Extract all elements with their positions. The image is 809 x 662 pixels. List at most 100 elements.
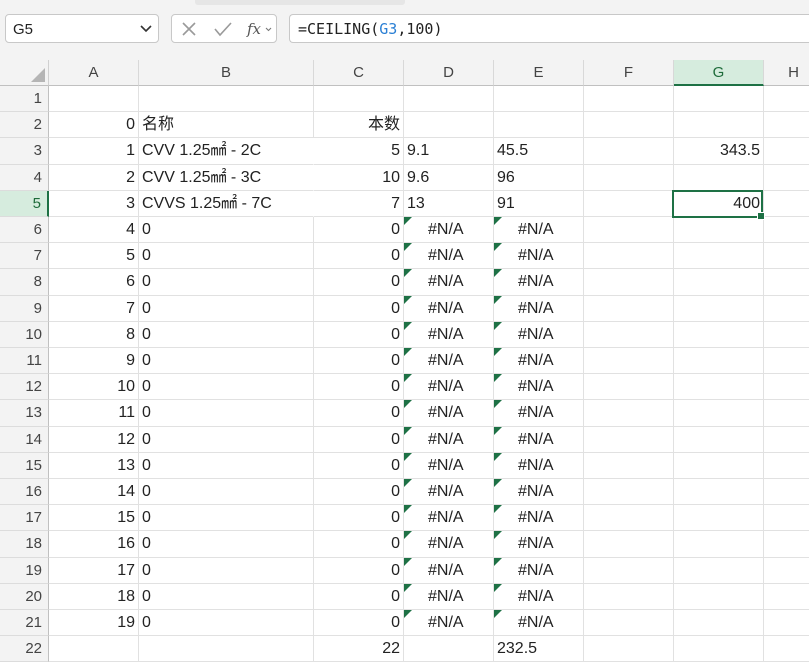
cell-h1[interactable] bbox=[764, 86, 809, 113]
cell-a9[interactable]: 7 bbox=[49, 295, 139, 322]
cell-b2[interactable]: 名称 bbox=[139, 112, 314, 139]
cell-g19[interactable] bbox=[674, 557, 764, 584]
error-indicator-icon[interactable] bbox=[494, 610, 502, 618]
cell-h17[interactable] bbox=[764, 505, 809, 532]
cell-b14[interactable]: 0 bbox=[139, 426, 314, 453]
cell-a16[interactable]: 14 bbox=[49, 479, 139, 506]
row-header-10[interactable]: 10 bbox=[0, 321, 49, 348]
cell-a3[interactable]: 1 bbox=[49, 138, 139, 165]
cell-b5[interactable]: CVVS 1.25㎟ - 7C bbox=[139, 191, 314, 217]
error-indicator-icon[interactable] bbox=[494, 505, 502, 514]
row-header-6[interactable]: 6 bbox=[0, 217, 49, 244]
error-indicator-icon[interactable] bbox=[494, 295, 502, 304]
row-header-20[interactable]: 20 bbox=[0, 583, 49, 610]
row-header-8[interactable]: 8 bbox=[0, 269, 49, 296]
cell-a4[interactable]: 2 bbox=[49, 164, 139, 191]
cell-g3[interactable]: 343.5 bbox=[674, 138, 764, 165]
cell-c14[interactable]: 0 bbox=[314, 426, 404, 453]
error-indicator-icon[interactable] bbox=[494, 243, 502, 252]
cell-f11[interactable] bbox=[584, 348, 674, 375]
cell-f1[interactable] bbox=[584, 86, 674, 113]
cell-e16[interactable]: #N/A bbox=[494, 479, 584, 506]
row-header-9[interactable]: 9 bbox=[0, 295, 49, 322]
cell-b12[interactable]: 0 bbox=[139, 374, 314, 401]
row-header-13[interactable]: 13 bbox=[0, 400, 49, 427]
error-indicator-icon[interactable] bbox=[494, 426, 502, 435]
error-indicator-icon[interactable] bbox=[404, 583, 412, 592]
cell-d16[interactable]: #N/A bbox=[404, 479, 494, 506]
cell-g1[interactable] bbox=[674, 86, 764, 113]
cell-a18[interactable]: 16 bbox=[49, 531, 139, 558]
cell-h10[interactable] bbox=[764, 322, 809, 348]
error-indicator-icon[interactable] bbox=[494, 583, 502, 592]
cell-h12[interactable] bbox=[764, 374, 809, 401]
row-header-3[interactable]: 3 bbox=[0, 138, 49, 165]
cell-f17[interactable] bbox=[584, 505, 674, 532]
cell-d14[interactable]: #N/A bbox=[404, 426, 494, 453]
row-header-22[interactable]: 22 bbox=[0, 636, 49, 662]
cell-f14[interactable] bbox=[584, 426, 674, 453]
row-header-4[interactable]: 4 bbox=[0, 164, 49, 191]
formula-input[interactable]: =CEILING(G3,100) bbox=[289, 14, 809, 43]
column-header-c[interactable]: C bbox=[314, 60, 404, 86]
cell-d8[interactable]: #N/A bbox=[404, 269, 494, 296]
cell-g9[interactable] bbox=[674, 295, 764, 322]
cell-h2[interactable] bbox=[764, 112, 809, 139]
cell-a11[interactable]: 9 bbox=[49, 348, 139, 375]
error-indicator-icon[interactable] bbox=[404, 531, 412, 540]
error-indicator-icon[interactable] bbox=[494, 400, 502, 409]
cell-b9[interactable]: 0 bbox=[139, 295, 314, 322]
cell-f3[interactable] bbox=[584, 138, 674, 165]
cell-a5[interactable]: 3 bbox=[49, 190, 139, 217]
cell-c13[interactable]: 0 bbox=[314, 400, 404, 427]
cell-e18[interactable]: #N/A bbox=[494, 531, 584, 558]
cell-g6[interactable] bbox=[674, 217, 764, 244]
cell-h22[interactable] bbox=[764, 636, 809, 662]
cell-d19[interactable]: #N/A bbox=[404, 557, 494, 584]
cell-c10[interactable]: 0 bbox=[314, 321, 404, 348]
cell-b10[interactable]: 0 bbox=[139, 321, 314, 348]
cell-e2[interactable] bbox=[494, 112, 584, 139]
row-header-19[interactable]: 19 bbox=[0, 557, 49, 584]
cell-b11[interactable]: 0 bbox=[139, 348, 314, 375]
cell-d10[interactable]: #N/A bbox=[404, 321, 494, 348]
cell-f20[interactable] bbox=[584, 583, 674, 610]
cell-d9[interactable]: #N/A bbox=[404, 295, 494, 322]
cell-e10[interactable]: #N/A bbox=[494, 321, 584, 348]
error-indicator-icon[interactable] bbox=[494, 479, 502, 487]
cell-e7[interactable]: #N/A bbox=[494, 243, 584, 270]
row-header-5[interactable]: 5 bbox=[0, 190, 49, 217]
cell-g22[interactable] bbox=[674, 636, 764, 662]
cell-g11[interactable] bbox=[674, 348, 764, 375]
cell-f18[interactable] bbox=[584, 531, 674, 558]
cell-g21[interactable] bbox=[674, 610, 764, 637]
cell-g14[interactable] bbox=[674, 426, 764, 453]
cell-d7[interactable]: #N/A bbox=[404, 243, 494, 270]
cell-b22[interactable] bbox=[139, 636, 314, 662]
cell-h21[interactable] bbox=[764, 610, 809, 637]
error-indicator-icon[interactable] bbox=[404, 243, 412, 252]
cell-c21[interactable]: 0 bbox=[314, 610, 404, 637]
error-indicator-icon[interactable] bbox=[404, 610, 412, 618]
cell-a20[interactable]: 18 bbox=[49, 583, 139, 610]
column-header-f[interactable]: F bbox=[584, 60, 674, 86]
row-header-21[interactable]: 21 bbox=[0, 610, 49, 637]
cell-f5[interactable] bbox=[584, 190, 674, 217]
cell-e1[interactable] bbox=[494, 86, 584, 113]
cell-b8[interactable]: 0 bbox=[139, 269, 314, 296]
cell-e14[interactable]: #N/A bbox=[494, 426, 584, 453]
cell-e21[interactable]: #N/A bbox=[494, 610, 584, 637]
cell-g10[interactable] bbox=[674, 321, 764, 348]
fx-icon[interactable]: fx bbox=[246, 20, 272, 38]
error-indicator-icon[interactable] bbox=[404, 269, 412, 278]
cell-c11[interactable]: 0 bbox=[314, 348, 404, 375]
cell-g12[interactable] bbox=[674, 374, 764, 401]
column-header-e[interactable]: E bbox=[494, 60, 584, 86]
cell-c3[interactable]: 5 bbox=[314, 138, 404, 165]
error-indicator-icon[interactable] bbox=[494, 452, 502, 461]
cell-e6[interactable]: #N/A bbox=[494, 217, 584, 244]
cell-a12[interactable]: 10 bbox=[49, 374, 139, 401]
row-header-12[interactable]: 12 bbox=[0, 374, 49, 401]
cell-h14[interactable] bbox=[764, 427, 809, 453]
cell-e15[interactable]: #N/A bbox=[494, 452, 584, 479]
